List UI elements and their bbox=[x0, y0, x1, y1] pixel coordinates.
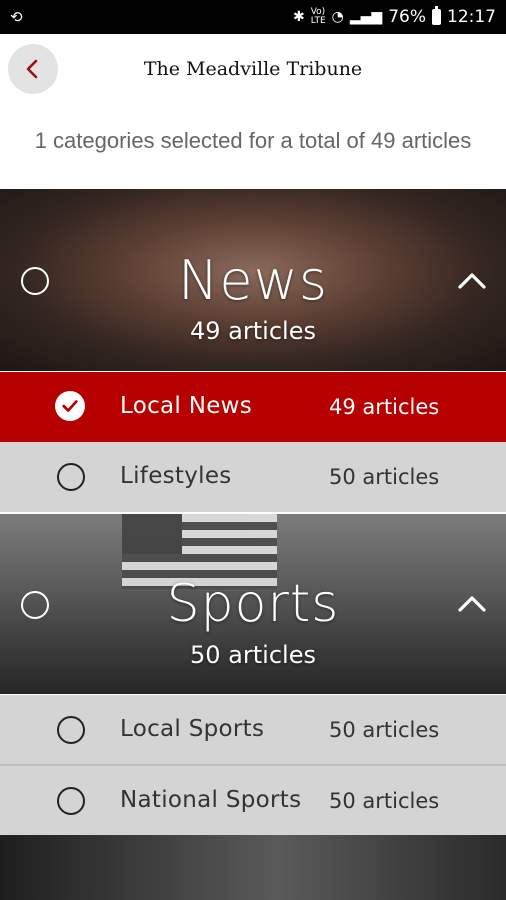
category-header-sports[interactable]: Sports 50 articles bbox=[0, 514, 506, 694]
bluetooth-icon: ✱ bbox=[292, 9, 305, 25]
category-title: Sports bbox=[166, 574, 340, 634]
subcategory-label: National Sports bbox=[120, 787, 302, 813]
subcategory-row-local-sports[interactable]: Local Sports 50 articles bbox=[0, 695, 506, 765]
clock: 12:17 bbox=[447, 7, 496, 27]
subcategory-count: 50 articles bbox=[329, 718, 440, 742]
subcategory-radio[interactable] bbox=[57, 463, 85, 491]
subcategory-label: Local Sports bbox=[120, 716, 265, 742]
category-header-news[interactable]: News 49 articles bbox=[0, 189, 506, 371]
subcategory-row-local-news[interactable]: Local News 49 articles bbox=[0, 372, 506, 442]
subcategory-row-national-sports[interactable]: National Sports 50 articles bbox=[0, 766, 506, 836]
subcategory-row-lifestyles[interactable]: Lifestyles 50 articles bbox=[0, 442, 506, 512]
signal-icon: ▂▄▆ bbox=[349, 9, 383, 25]
wifi-icon: ◔ bbox=[331, 9, 344, 25]
chevron-up-icon[interactable] bbox=[456, 588, 488, 620]
checkmark-icon[interactable] bbox=[55, 391, 85, 421]
category-count: 50 articles bbox=[190, 641, 316, 669]
category-count: 49 articles bbox=[190, 317, 316, 345]
subcategory-count: 50 articles bbox=[329, 789, 440, 813]
status-bar: ⟲ ✱ Vo) LTE ◔ ▂▄▆ 76% 12:17 bbox=[0, 0, 506, 34]
subcategory-count: 50 articles bbox=[329, 465, 440, 489]
next-category-image[interactable] bbox=[0, 835, 506, 900]
battery-icon bbox=[432, 6, 441, 25]
category-title: News bbox=[178, 249, 328, 312]
chevron-up-icon[interactable] bbox=[456, 265, 488, 297]
subcategory-label: Local News bbox=[120, 393, 253, 419]
subcategory-radio[interactable] bbox=[57, 787, 85, 815]
app-header: The Meadville Tribune bbox=[0, 34, 506, 106]
volte-icon: Vo) LTE bbox=[310, 7, 326, 26]
scan-icon: ⟲ bbox=[10, 8, 23, 26]
app-title: The Meadville Tribune bbox=[143, 58, 363, 80]
status-icons: ✱ Vo) LTE ◔ ▂▄▆ 76% 12:17 bbox=[292, 6, 496, 27]
subcategory-count: 49 articles bbox=[329, 395, 440, 419]
selection-summary: 1 categories selected for a total of 49 … bbox=[34, 128, 472, 153]
subcategory-label: Lifestyles bbox=[120, 463, 232, 489]
battery-level: 76% bbox=[388, 7, 426, 27]
subcategory-radio[interactable] bbox=[57, 716, 85, 744]
